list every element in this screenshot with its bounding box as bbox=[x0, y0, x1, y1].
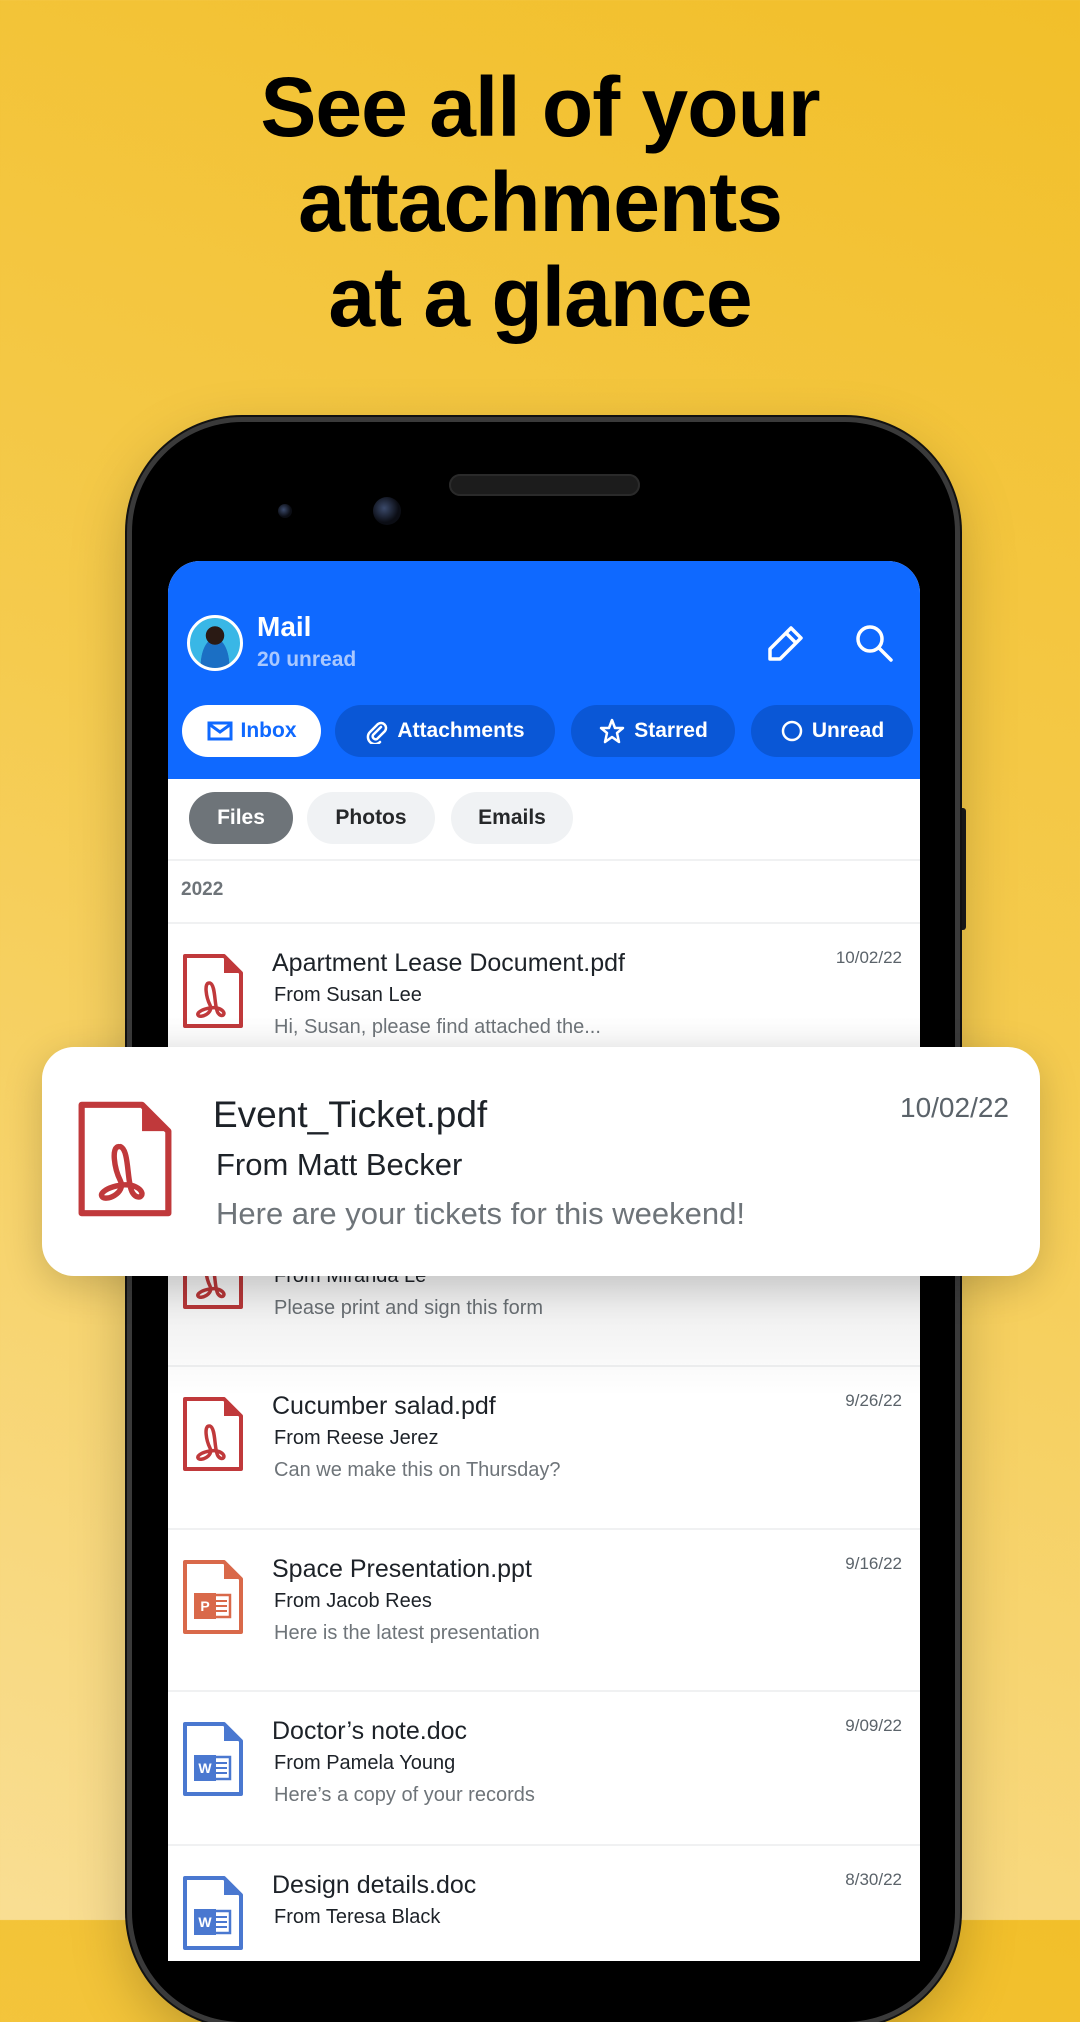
headline-line: See all of your bbox=[260, 60, 820, 154]
mailbox-title: Mail bbox=[257, 611, 312, 642]
headline-line: at a glance bbox=[328, 250, 752, 344]
sender: From Reese Jerez bbox=[274, 1427, 439, 1449]
phone-side-button bbox=[957, 808, 966, 930]
message-preview: Here are your tickets for this weekend! bbox=[216, 1196, 745, 1231]
mail-icon bbox=[207, 721, 232, 741]
message-preview: Please print and sign this form bbox=[274, 1297, 544, 1319]
tab-label: Inbox bbox=[240, 719, 297, 742]
pdf-file-icon bbox=[182, 1396, 244, 1477]
divider bbox=[168, 859, 920, 861]
date: 10/02/22 bbox=[900, 1092, 1009, 1123]
tab-label: Starred bbox=[634, 719, 708, 742]
star-icon bbox=[599, 718, 625, 744]
phone-speaker bbox=[449, 474, 640, 496]
attachment-row[interactable]: W Doctor’s note.doc From Pamela Young He… bbox=[168, 1690, 920, 1852]
tab-label: Attachments bbox=[397, 719, 525, 742]
file-name: Doctor’s note.doc bbox=[272, 1717, 468, 1745]
search-icon[interactable] bbox=[854, 623, 894, 663]
message-preview: Here is the latest presentation bbox=[274, 1622, 540, 1644]
pdf-file-icon bbox=[182, 953, 244, 1034]
file-name: Apartment Lease Document.pdf bbox=[272, 949, 625, 977]
doc-file-icon: W bbox=[182, 1721, 244, 1802]
pdf-file-icon bbox=[77, 1100, 173, 1223]
circle-icon bbox=[781, 720, 803, 742]
file-name: Cucumber salad.pdf bbox=[272, 1392, 496, 1420]
date: 9/26/22 bbox=[845, 1391, 902, 1410]
svg-text:W: W bbox=[198, 1914, 212, 1930]
message-preview: Hi, Susan, please find attached the... bbox=[274, 1016, 601, 1038]
attachment-row[interactable]: Cucumber salad.pdf From Reese Jerez Can … bbox=[168, 1365, 920, 1527]
sender: From Matt Becker bbox=[216, 1147, 463, 1182]
sender: From Jacob Rees bbox=[274, 1590, 432, 1612]
sender: From Teresa Black bbox=[274, 1906, 441, 1928]
svg-text:W: W bbox=[198, 1760, 212, 1776]
sender: From Pamela Young bbox=[274, 1752, 456, 1774]
headline: See all of your attachments at a glance bbox=[0, 60, 1080, 345]
highlighted-attachment-card[interactable]: Event_Ticket.pdf From Matt Becker Here a… bbox=[42, 1047, 1040, 1276]
front-camera bbox=[373, 497, 401, 525]
avatar[interactable] bbox=[187, 615, 243, 671]
tab-starred[interactable]: Starred bbox=[571, 705, 735, 757]
edit-pencil-icon[interactable] bbox=[764, 623, 806, 665]
doc-file-icon: W bbox=[182, 1875, 244, 1956]
filter-photos[interactable]: Photos bbox=[307, 792, 435, 844]
unread-count: 20 unread bbox=[257, 648, 357, 671]
section-header-year: 2022 bbox=[181, 879, 224, 900]
tab-label: Unread bbox=[811, 719, 885, 742]
camera-sensor bbox=[278, 504, 292, 518]
date: 9/16/22 bbox=[845, 1554, 902, 1573]
date: 8/30/22 bbox=[845, 1870, 902, 1889]
tab-attachments[interactable]: Attachments bbox=[335, 705, 555, 757]
paperclip-icon bbox=[367, 721, 388, 744]
tab-inbox[interactable]: Inbox bbox=[182, 705, 321, 757]
message-preview: Can we make this on Thursday? bbox=[274, 1459, 561, 1481]
filter-emails[interactable]: Emails bbox=[451, 792, 573, 844]
filter-files[interactable]: Files bbox=[189, 792, 293, 844]
tab-unread[interactable]: Unread bbox=[751, 705, 913, 757]
message-preview: Here’s a copy of your records bbox=[274, 1784, 535, 1806]
file-name: Design details.doc bbox=[272, 1871, 477, 1899]
attachment-row[interactable]: W Design details.doc From Teresa Black 8… bbox=[168, 1844, 920, 1961]
sender: From Susan Lee bbox=[274, 984, 422, 1006]
ppt-file-icon: P bbox=[182, 1559, 244, 1640]
svg-text:P: P bbox=[200, 1598, 209, 1614]
date: 9/09/22 bbox=[845, 1716, 902, 1735]
file-name: Event_Ticket.pdf bbox=[213, 1094, 488, 1135]
app-header: Mail 20 unread Inbox Attachments Starred… bbox=[168, 561, 920, 779]
file-name: Space Presentation.ppt bbox=[272, 1555, 532, 1583]
date: 10/02/22 bbox=[835, 948, 902, 967]
attachment-row[interactable]: P Space Presentation.ppt From Jacob Rees… bbox=[168, 1528, 920, 1690]
headline-line: attachments bbox=[298, 155, 783, 249]
